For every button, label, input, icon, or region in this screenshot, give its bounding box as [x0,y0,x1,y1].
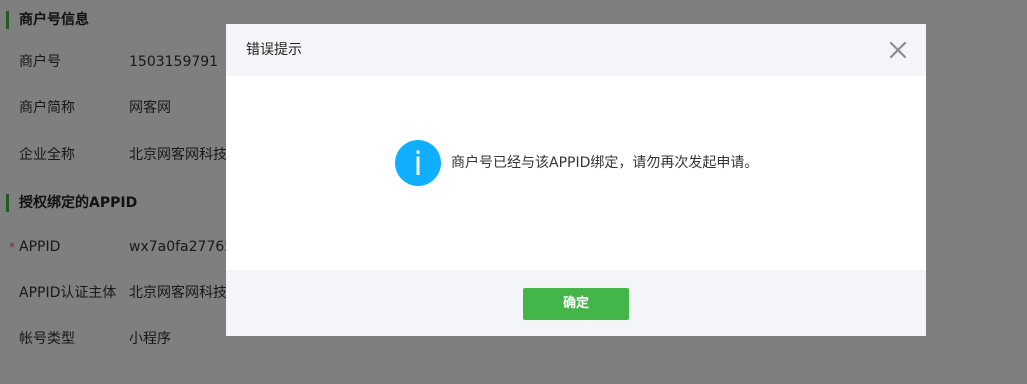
confirm-button[interactable]: 确定 [523,288,629,320]
dialog-body: 商户号已经与该APPID绑定，请勿再次发起申请。 [226,76,926,270]
dialog-header: 错误提示 [226,24,926,76]
close-icon[interactable] [888,40,908,60]
error-dialog: 错误提示 商户号已经与该APPID绑定，请勿再次发起申请。 确定 [226,24,926,336]
dialog-message: 商户号已经与该APPID绑定，请勿再次发起申请。 [451,155,759,171]
dialog-footer: 确定 [226,270,926,336]
info-icon [395,140,441,186]
dialog-title: 错误提示 [246,42,302,58]
